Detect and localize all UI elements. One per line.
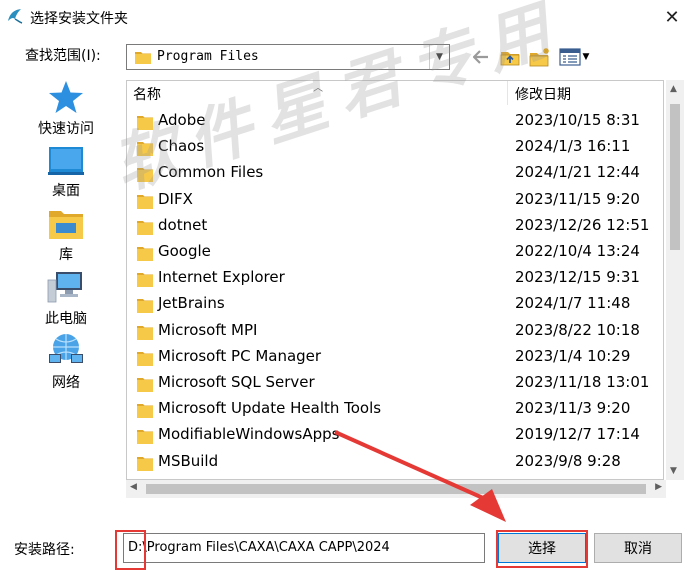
- annotation-arrow: [334, 430, 506, 522]
